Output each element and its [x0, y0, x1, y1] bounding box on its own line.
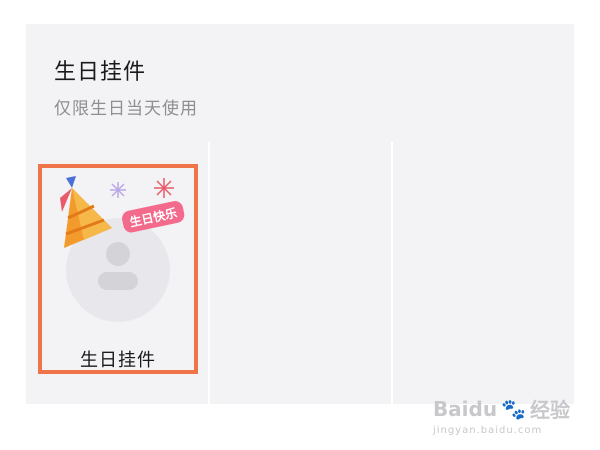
sparkle-icon	[110, 182, 126, 198]
watermark-url: jingyan.baidu.com	[432, 425, 543, 436]
selected-item-frame[interactable]: 生日快乐 生日挂件	[38, 164, 198, 374]
pendant-item-label: 生日挂件	[80, 350, 156, 371]
pendant-cell-birthday[interactable]: 生日快乐 生日挂件	[26, 142, 208, 404]
pendant-panel: 生日挂件 仅限生日当天使用 生日快乐 生日挂件	[26, 24, 574, 404]
watermark: Baidu 🐾 经验 jingyan.baidu.com	[432, 394, 570, 437]
paw-icon: 🐾	[501, 396, 526, 421]
birthday-pendant-preview: 生日快乐	[42, 168, 194, 338]
section-header: 生日挂件 仅限生日当天使用	[26, 24, 574, 142]
pendant-cell-empty	[393, 142, 574, 404]
section-title: 生日挂件	[54, 60, 147, 85]
birthday-badge: 生日快乐	[122, 201, 185, 233]
watermark-product: 经验	[530, 398, 570, 422]
section-subtitle: 仅限生日当天使用	[54, 99, 198, 119]
pendant-cell-empty	[210, 142, 391, 404]
firework-icon	[154, 178, 174, 198]
watermark-brand: Baidu	[432, 396, 498, 421]
pendant-grid: 生日快乐 生日挂件	[26, 142, 574, 404]
birthday-hat-avatar-frame-icon: 生日快乐	[60, 176, 185, 322]
